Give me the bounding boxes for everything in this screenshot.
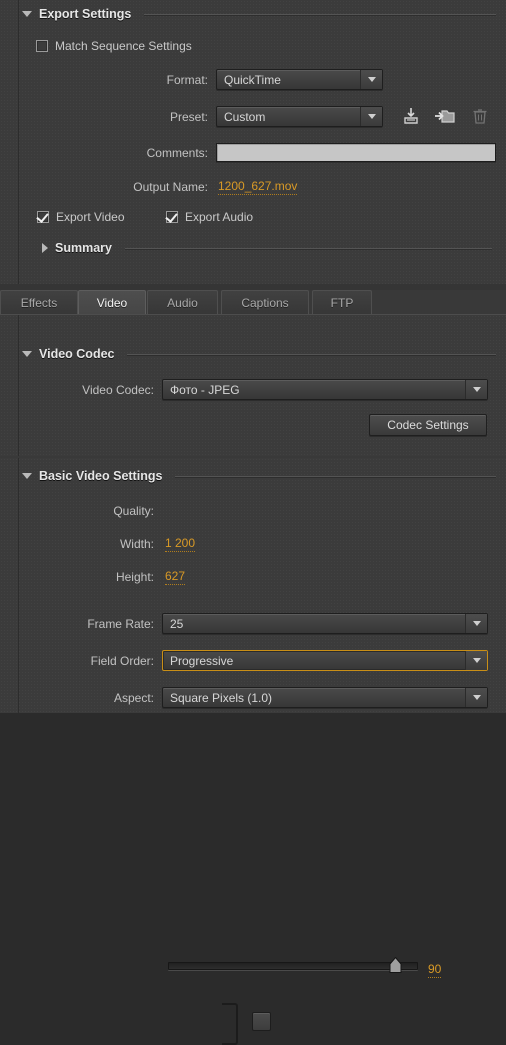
video-codec-row: Video Codec: Фото - JPEG (56, 379, 488, 400)
export-video-row: Export Video (37, 209, 125, 225)
import-preset-icon[interactable] (434, 107, 455, 125)
height-value[interactable]: 627 (165, 569, 186, 585)
export-video-label: Export Video (56, 210, 125, 224)
video-codec-label: Video Codec: (82, 382, 154, 397)
tab-video[interactable]: Video (78, 290, 146, 314)
output-name-row: Output Name: 1200_627.mov (110, 179, 298, 195)
export-settings-panel: Export Settings Match Sequence Settings … (0, 0, 506, 284)
chevron-right-icon[interactable] (42, 243, 48, 253)
summary-title: Summary (55, 241, 112, 255)
export-audio-row: Export Audio (166, 209, 253, 225)
aspect-value: Square Pixels (1.0) (170, 690, 273, 705)
video-codec-title: Video Codec (39, 347, 115, 361)
field-order-dropdown[interactable]: Progressive (162, 650, 488, 671)
format-dropdown[interactable]: QuickTime (216, 69, 383, 90)
video-codec-value: Фото - JPEG (170, 382, 240, 397)
chevron-down-icon[interactable] (465, 688, 487, 707)
video-codec-dropdown[interactable]: Фото - JPEG (162, 379, 488, 400)
chevron-down-icon[interactable] (22, 11, 32, 17)
preset-dropdown[interactable]: Custom (216, 106, 383, 127)
export-video-checkbox[interactable] (37, 211, 49, 223)
basic-video-settings-panel-body (18, 458, 500, 713)
match-sequence-row: Match Sequence Settings (36, 38, 192, 54)
basic-video-settings-panel: Basic Video Settings Quality: 90 Width: … (0, 458, 506, 1045)
frame-rate-label: Frame Rate: (87, 616, 154, 631)
width-row: Width: 1 200 (56, 536, 196, 552)
width-value[interactable]: 1 200 (165, 536, 196, 552)
tab-ftp[interactable]: FTP (312, 290, 372, 314)
chevron-down-icon[interactable] (22, 351, 32, 357)
chevron-down-icon[interactable] (465, 651, 487, 670)
frame-rate-dropdown[interactable]: 25 (162, 613, 488, 634)
quality-slider-thumb[interactable] (389, 956, 402, 973)
basic-video-settings-header[interactable]: Basic Video Settings (22, 468, 496, 484)
summary-header[interactable]: Summary (42, 240, 492, 256)
aspect-row: Aspect: Square Pixels (1.0) (56, 687, 488, 708)
chevron-down-icon[interactable] (360, 70, 382, 89)
frame-rate-row: Frame Rate: 25 (56, 613, 488, 634)
aspect-dropdown[interactable]: Square Pixels (1.0) (162, 687, 488, 708)
divider (144, 13, 496, 15)
basic-video-settings-title: Basic Video Settings (39, 469, 163, 483)
quality-label: Quality: (113, 504, 154, 518)
tab-audio[interactable]: Audio (147, 290, 218, 314)
preset-row: Preset: Custom (110, 106, 383, 127)
divider (175, 475, 496, 477)
video-codec-panel: Video Codec Video Codec: Фото - JPEG Cod… (0, 315, 506, 456)
width-label: Width: (119, 537, 154, 551)
dimension-link-bracket (222, 1003, 238, 1045)
tab-effects[interactable]: Effects (0, 290, 78, 314)
export-settings-header[interactable]: Export Settings (22, 6, 496, 22)
comments-row: Comments: (110, 143, 496, 162)
export-settings-dialog: Export Settings Match Sequence Settings … (0, 0, 506, 1045)
format-row: Format: QuickTime (110, 69, 383, 90)
chevron-down-icon[interactable] (22, 473, 32, 479)
format-value: QuickTime (224, 72, 281, 87)
frame-rate-value: 25 (170, 616, 184, 631)
quality-value[interactable]: 90 (428, 962, 442, 978)
preset-value: Custom (224, 109, 266, 124)
match-sequence-checkbox[interactable] (36, 40, 48, 52)
comments-input[interactable] (216, 143, 496, 162)
export-audio-label: Export Audio (185, 210, 254, 224)
delete-preset-icon (470, 107, 490, 125)
quality-row: Quality: (56, 502, 154, 520)
preset-label: Preset: (169, 109, 208, 124)
save-preset-icon[interactable] (401, 107, 421, 125)
chevron-down-icon[interactable] (360, 107, 382, 126)
link-aspect-toggle[interactable] (252, 1012, 271, 1031)
chevron-down-icon[interactable] (465, 614, 487, 633)
divider (127, 353, 496, 355)
aspect-label: Aspect: (113, 690, 154, 705)
quality-slider-track[interactable] (168, 962, 418, 970)
height-row: Height: 627 (56, 569, 186, 585)
video-codec-header[interactable]: Video Codec (22, 346, 496, 362)
comments-label: Comments: (146, 145, 208, 160)
codec-settings-button[interactable]: Codec Settings (369, 414, 487, 436)
tab-bar: Effects Video Audio Captions FTP (0, 290, 506, 315)
field-order-row: Field Order: Progressive (56, 650, 488, 671)
divider (124, 247, 492, 249)
export-settings-title: Export Settings (39, 7, 132, 21)
chevron-down-icon[interactable] (465, 380, 487, 399)
output-name-link[interactable]: 1200_627.mov (218, 179, 298, 195)
field-order-value: Progressive (170, 653, 234, 668)
height-label: Height: (115, 570, 154, 584)
format-label: Format: (166, 72, 208, 87)
tab-captions[interactable]: Captions (221, 290, 309, 314)
match-sequence-label: Match Sequence Settings (55, 39, 192, 53)
export-audio-checkbox[interactable] (166, 211, 178, 223)
output-name-label: Output Name: (133, 180, 208, 194)
field-order-label: Field Order: (90, 653, 154, 668)
